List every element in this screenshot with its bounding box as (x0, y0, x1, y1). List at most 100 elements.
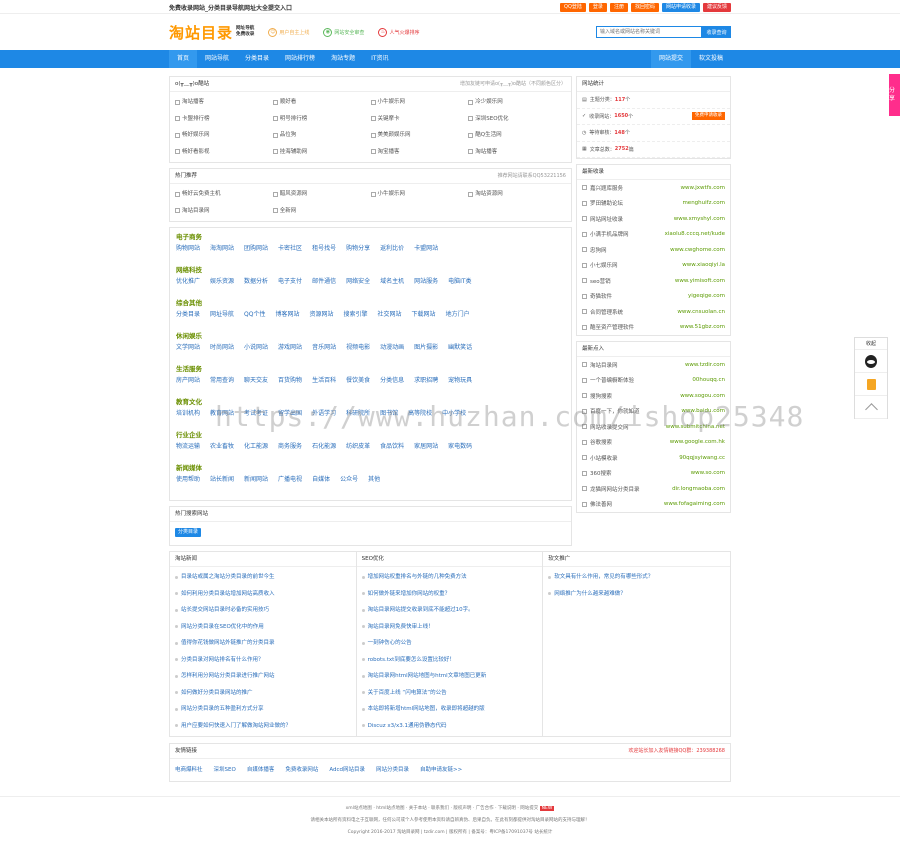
site-row[interactable]: 小站模收录 90qqjsyiwang.cc (577, 450, 730, 466)
article-link[interactable]: 分类目录对网站排名有什么作用？ (175, 652, 351, 669)
category-title[interactable]: 行业企业 (176, 430, 565, 441)
category-link[interactable]: 分类信息 (380, 375, 404, 387)
forgot-password-button[interactable]: 找回密码 (630, 2, 659, 12)
friend-link[interactable]: 深圳SEO (214, 765, 236, 773)
category-link[interactable]: 资源网站 (310, 309, 334, 321)
category-link[interactable]: QQ个性 (244, 309, 265, 321)
category-link[interactable]: 求职招聘 (414, 375, 438, 387)
site-link[interactable]: 小牛娱乐网 (370, 186, 469, 203)
category-link[interactable]: 时尚网站 (210, 342, 234, 354)
site-link[interactable]: 顺好看 (272, 94, 371, 111)
category-link[interactable]: 广播电视 (278, 474, 302, 486)
category-link[interactable]: 站长新闻 (210, 474, 234, 486)
nav-site-navigation[interactable]: 网站导航 (197, 50, 237, 68)
category-link[interactable]: 卡盟网站 (414, 243, 438, 255)
category-link[interactable]: 科研院所 (346, 408, 370, 420)
category-link[interactable]: 文学网站 (176, 342, 200, 354)
article-link[interactable]: 目录站或属之淘站分类目录的前世今生 (175, 569, 351, 586)
site-link[interactable]: 淘站播客 (175, 94, 273, 111)
article-link[interactable]: 网站分类目录的五种盈利方式分享 (175, 701, 351, 718)
category-link[interactable]: 外语学习 (312, 408, 336, 420)
article-link[interactable]: 怎样利用分网站分类目录进行推广网站 (175, 668, 351, 685)
category-link[interactable]: 海淘网站 (210, 243, 234, 255)
free-apply-button[interactable]: 免费申请收录 (692, 112, 725, 121)
site-row[interactable]: 网站网址收录 www.xmyshyl.com (577, 211, 730, 227)
category-link[interactable]: 化工能源 (244, 441, 268, 453)
site-row[interactable]: 谷歌搜索 www.google.com.hk (577, 435, 730, 451)
category-link[interactable]: 电脑IT类 (448, 276, 471, 288)
article-link[interactable]: 一刻钟伤心的公告 (361, 635, 538, 652)
category-link[interactable]: 自媒体 (312, 474, 330, 486)
category-link[interactable]: 网址导航 (210, 309, 234, 321)
search-button[interactable]: 收录查询 (702, 26, 731, 38)
site-row[interactable]: 罗田辅助论坛 menghuifz.com (577, 196, 730, 212)
category-link[interactable]: 商务服务 (278, 441, 302, 453)
category-link[interactable]: 地方门户 (446, 309, 470, 321)
friend-link[interactable]: 自媒体播客 (247, 765, 275, 773)
category-link[interactable]: 纺织皮革 (346, 441, 370, 453)
site-row[interactable]: 网站收录提交网 www.submitchina.net (577, 419, 730, 435)
feedback-button[interactable]: 建议反馈 (702, 2, 731, 12)
category-link[interactable]: 高等院校 (408, 408, 432, 420)
category-link[interactable]: 社交网站 (378, 309, 402, 321)
nav-topics[interactable]: 淘站专题 (323, 50, 363, 68)
category-link[interactable]: 游戏网站 (278, 342, 302, 354)
category-link[interactable]: 中小学校 (442, 408, 466, 420)
register-button[interactable]: 注册 (609, 2, 628, 12)
site-row[interactable]: 360搜索 www.so.com (577, 466, 730, 482)
category-link[interactable]: 家居网站 (414, 441, 438, 453)
site-row[interactable]: 搜狗搜索 www.sogou.com (577, 388, 730, 404)
article-link[interactable]: 本站即将新增html网站地图，收录即将超越的版 (361, 701, 538, 718)
site-link[interactable]: 全新网 (272, 203, 371, 220)
site-link[interactable]: 冷少娱乐网 (468, 94, 566, 111)
dock-qq[interactable] (855, 350, 887, 373)
site-link[interactable]: 小牛娱乐网 (370, 94, 469, 111)
article-link[interactable]: 淘站目录网站提交收录到底不能超过10字。 (361, 602, 538, 619)
category-link[interactable]: 搜索引擎 (344, 309, 368, 321)
article-link[interactable]: 值得你花钱做网站外链推广的分类目录 (175, 635, 351, 652)
article-link[interactable]: 网站分类目录在SEO优化中的作用 (175, 619, 351, 636)
site-link[interactable]: 淘站目录网 (175, 203, 273, 220)
article-link[interactable]: 用户应要如何快速入门了解做淘站网业做的？ (175, 718, 351, 735)
category-link[interactable]: 石化能源 (312, 441, 336, 453)
site-link[interactable]: 美美颜娱乐网 (370, 127, 469, 144)
category-title[interactable]: 电子商务 (176, 232, 565, 243)
category-link[interactable]: 考试考证 (244, 408, 268, 420)
site-link[interactable]: 明号排行榜 (272, 111, 371, 128)
hot-search-tag[interactable]: 分类目录 (175, 528, 202, 537)
friend-link[interactable]: 网站分类目录 (376, 765, 409, 773)
site-link[interactable]: 品位狗 (272, 127, 371, 144)
nav-submit-site[interactable]: 网站提交 (650, 50, 691, 68)
category-title[interactable]: 生活服务 (176, 364, 565, 375)
site-link[interactable]: 淘宝播客 (370, 144, 469, 161)
category-link[interactable]: 常用查询 (210, 375, 234, 387)
category-link[interactable]: 网站服务 (414, 276, 438, 288)
nav-home[interactable]: 首页 (169, 50, 198, 68)
category-title[interactable]: 休闲娱乐 (176, 331, 565, 342)
category-link[interactable]: 优化推广 (176, 276, 200, 288)
nav-category-directory[interactable]: 分类目录 (237, 50, 277, 68)
category-link[interactable]: 宠物玩具 (448, 375, 472, 387)
category-link[interactable]: 图片摄影 (414, 342, 438, 354)
category-link[interactable]: 租号找号 (312, 243, 336, 255)
site-link[interactable]: 挂海辅助网 (272, 144, 371, 161)
category-link[interactable]: 食品饮料 (380, 441, 404, 453)
nav-ranking[interactable]: 网站排行榜 (277, 50, 323, 68)
category-title[interactable]: 网络科技 (176, 265, 565, 276)
article-link[interactable]: 增加网站权重排名与外链的几种免费方法 (361, 569, 538, 586)
category-title[interactable]: 新闻媒体 (176, 463, 565, 474)
category-link[interactable]: 电子支付 (278, 276, 302, 288)
site-row[interactable]: 嘉兴题库服务 www.jxwtfs.com (577, 180, 730, 196)
site-logo[interactable]: 淘站目录 网址导航 免费收录 (169, 22, 254, 43)
site-link[interactable]: 关键摩卡 (370, 111, 469, 128)
site-link[interactable]: 醋风资源网 (272, 186, 371, 203)
category-link[interactable]: 生活百科 (312, 375, 336, 387)
qq-login-button[interactable]: QQ登陆 (560, 2, 586, 12)
category-title[interactable]: 综合其他 (176, 298, 565, 309)
category-link[interactable]: 动漫动画 (380, 342, 404, 354)
category-link[interactable]: 娱乐资源 (210, 276, 234, 288)
article-link[interactable]: 站长提交网站目录时必备的实用技巧 (175, 602, 351, 619)
friend-link[interactable]: 免费收录网站 (285, 765, 318, 773)
category-link[interactable]: 幽默笑话 (448, 342, 472, 354)
category-link[interactable]: 视频电影 (346, 342, 370, 354)
